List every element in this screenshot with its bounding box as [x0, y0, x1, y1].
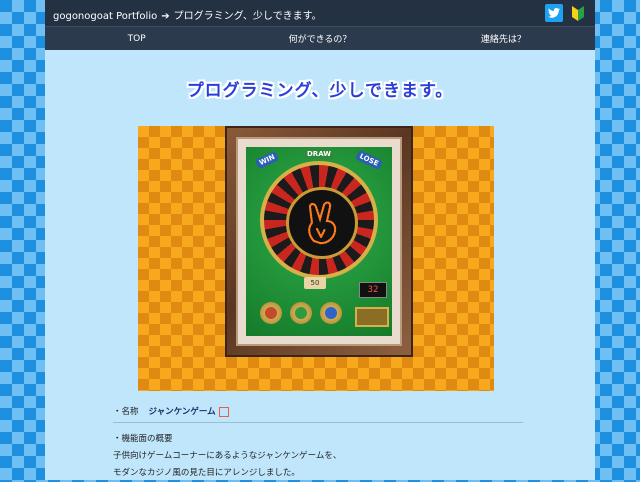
nav-item-what-i-can-do[interactable]: 何ができるの？	[228, 27, 411, 50]
win-label: WIN	[254, 150, 280, 170]
game-screenshot: WIN DRAW LOSE 50 32	[138, 126, 494, 391]
main-nav: TOP 何ができるの？ 連絡先は？	[45, 26, 595, 50]
site-name-link[interactable]: gogonogoat Portfolio	[53, 11, 157, 22]
timer-display: 32	[359, 282, 387, 298]
game-name-link[interactable]: ジャンケンゲーム	[149, 405, 216, 417]
features-label: ・機能面の概要	[113, 434, 173, 444]
main-content: プログラミング、少しできます。 WIN DRAW LOSE 50 32 ・名称 …	[45, 50, 595, 480]
breadcrumb: gogonogoat Portfolio ➔ プログラミング、少しできます。	[53, 7, 322, 22]
work-description: ・名称 ジャンケンゲーム ・機能面の概要 子供向けゲームコーナーにあるようなジャ…	[113, 400, 523, 482]
draw-label: DRAW	[304, 149, 335, 159]
frame-matting: WIN DRAW LOSE 50 32	[236, 137, 402, 346]
peace-hand-icon	[308, 201, 337, 245]
lose-label: LOSE	[355, 149, 383, 171]
twitter-icon[interactable]	[545, 4, 563, 22]
name-row: ・名称 ジャンケンゲーム	[113, 400, 523, 423]
top-bar: gogonogoat Portfolio ➔ プログラミング、少しできます。	[45, 0, 595, 26]
led-display	[286, 187, 358, 259]
page-title: プログラミング、少しできます。	[186, 81, 454, 101]
features-text-line2: モダンなカジノ風の見た目にアレンジしました。	[113, 468, 300, 478]
name-label: ・名称	[113, 407, 139, 417]
scissors-button[interactable]	[290, 302, 312, 324]
breadcrumb-current: プログラミング、少しできます。	[173, 11, 322, 22]
picture-frame: WIN DRAW LOSE 50 32	[225, 126, 413, 357]
roulette-wheel	[260, 161, 378, 279]
nav-item-contact[interactable]: 連絡先は？	[412, 27, 595, 50]
coin-slot	[355, 307, 389, 327]
paper-button[interactable]	[320, 302, 342, 324]
arrow-right-icon: ➔	[161, 11, 170, 22]
rock-button[interactable]	[260, 302, 282, 324]
features-text-line1: 子供向けゲームコーナーにあるようなジャンケンゲームを、	[113, 451, 342, 461]
external-link-icon[interactable]	[218, 407, 229, 417]
header-icons	[545, 4, 587, 22]
coin-counter: 50	[304, 277, 326, 289]
features-section: ・機能面の概要 子供向けゲームコーナーにあるようなジャンケンゲームを、 モダンな…	[113, 423, 523, 482]
game-board: WIN DRAW LOSE 50 32	[246, 147, 392, 336]
beginner-mark-icon[interactable]	[569, 4, 587, 22]
nav-item-top[interactable]: TOP	[45, 27, 228, 50]
